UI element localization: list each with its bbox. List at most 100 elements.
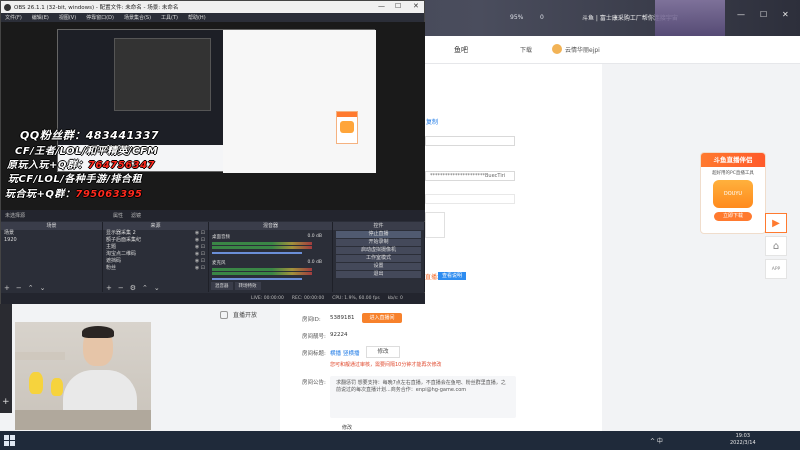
mode-link-landscape[interactable]: 横播 bbox=[330, 349, 341, 357]
visibility-icon: ◉ ⊡ bbox=[194, 244, 205, 250]
menu-docks[interactable]: 停靠窗口(D) bbox=[86, 14, 114, 21]
menu-help[interactable]: 帮助(H) bbox=[188, 14, 206, 21]
close-icon[interactable]: ✕ bbox=[782, 10, 789, 19]
sources-header: 来源 bbox=[103, 222, 208, 230]
sidebar-item-live-open[interactable]: 直播开放 bbox=[214, 307, 276, 322]
live-icon bbox=[220, 310, 228, 319]
properties-button[interactable]: 属性 bbox=[113, 212, 123, 219]
tray-icons[interactable]: ^ 中 bbox=[650, 436, 663, 445]
visibility-icon: ◉ ⊡ bbox=[194, 265, 205, 271]
obs-window: OBS 26.1.1 (32-bit, windows) - 配置文件: 未命名… bbox=[0, 0, 425, 304]
username[interactable]: 云情华丽ejpi bbox=[565, 45, 600, 54]
menu-scene-collection[interactable]: 场景集合(S) bbox=[124, 14, 151, 21]
app-icon[interactable]: APP bbox=[765, 259, 787, 279]
move-down-icon[interactable]: ⌄ bbox=[40, 284, 46, 292]
add-source-icon[interactable]: + bbox=[106, 284, 112, 292]
scene-item[interactable]: 1920 bbox=[1, 237, 102, 244]
enter-room-button[interactable]: 进入直播间 bbox=[362, 313, 402, 323]
source-item[interactable]: 粉丝 ◉ ⊡ bbox=[103, 265, 208, 272]
stream-key-row bbox=[425, 194, 515, 204]
start-recording-button[interactable]: 开始录制 bbox=[336, 239, 421, 246]
source-item[interactable]: 遮挡码 ◉ ⊡ bbox=[103, 258, 208, 265]
source-item[interactable]: 显示器采集 2 ◉ ⊡ bbox=[103, 230, 208, 237]
maximize-icon[interactable]: ☐ bbox=[760, 10, 767, 19]
obs-preview[interactable]: QQ粉丝群：483441337 CF/王者/LOL/和平精英/CFM 原玩入玩+… bbox=[1, 22, 425, 210]
room-id-label: 房间ID: bbox=[302, 317, 321, 323]
tab-mixer[interactable]: 混音器 bbox=[211, 282, 233, 290]
gear-icon[interactable]: ⚙ bbox=[130, 284, 136, 292]
obs-close-icon[interactable]: ✕ bbox=[413, 2, 419, 10]
download-link[interactable]: 下载 bbox=[520, 45, 532, 54]
home-icon[interactable]: ⌂ bbox=[765, 236, 787, 256]
mixer-channel-name: 麦克风 bbox=[212, 261, 226, 266]
nested-browser bbox=[223, 30, 376, 173]
move-up-icon[interactable]: ⌃ bbox=[28, 284, 34, 292]
scenes-header: 场景 bbox=[1, 222, 102, 230]
source-item[interactable]: 额子后面采集纪 ◉ ⊡ bbox=[103, 237, 208, 244]
settings-panel bbox=[425, 64, 602, 304]
virtual-camera-button[interactable]: 启动虚拟摄像机 bbox=[336, 247, 421, 254]
menu-view[interactable]: 视图(V) bbox=[59, 14, 76, 21]
source-item[interactable]: 淘宝点二维码 ◉ ⊡ bbox=[103, 251, 208, 258]
controls-dock: 控件 停止直播 开始录制 启动虚拟摄像机 工作室模式 设置 退出 bbox=[333, 222, 425, 292]
room-number-label: 房间靓号: bbox=[302, 334, 326, 340]
fishbar-link[interactable]: 鱼吧 bbox=[454, 45, 468, 55]
mixer-header: 混音器 bbox=[209, 222, 332, 230]
notice-box[interactable]: 求翻惩罚 想要支持：每晚7点左右直播，不直播会在鱼吧、粉丝群里直播，之前说过的每… bbox=[330, 376, 516, 418]
room-number-value: 92224 bbox=[330, 332, 348, 338]
obs-titlebar[interactable]: OBS 26.1.1 (32-bit, windows) - 配置文件: 未命名… bbox=[1, 1, 424, 13]
menu-edit[interactable]: 编辑(E) bbox=[32, 14, 49, 21]
douyu-header: 鱼吧 下载 云情华丽ejpi bbox=[425, 36, 800, 64]
move-down-icon[interactable]: ⌄ bbox=[154, 284, 160, 292]
move-up-icon[interactable]: ⌃ bbox=[142, 284, 148, 292]
remove-source-icon[interactable]: − bbox=[118, 284, 124, 292]
obs-maximize-icon[interactable]: ☐ bbox=[395, 2, 401, 10]
rtmp-url-field[interactable] bbox=[425, 136, 515, 146]
modify-title-button[interactable]: 修改 bbox=[366, 346, 400, 358]
taskbar-clock[interactable]: 19:03 2022/3/14 bbox=[730, 433, 756, 447]
source-item[interactable]: 主题 ◉ ⊡ bbox=[103, 244, 208, 251]
overlay-line4: 玩CF/LOL/各种手游/排合租 bbox=[8, 174, 143, 185]
menu-file[interactable]: 文件(F) bbox=[5, 14, 22, 21]
live-timer: LIVE: 00:00:00 bbox=[251, 296, 284, 301]
tab-transitions[interactable]: 转场特效 bbox=[234, 282, 261, 290]
copy-link[interactable]: 复制 bbox=[426, 117, 438, 126]
obs-minimize-icon[interactable]: — bbox=[378, 2, 385, 10]
overlay-line3: 原玩入玩+Q群：764756347 bbox=[7, 160, 156, 171]
avatar[interactable] bbox=[552, 44, 562, 54]
remove-scene-icon[interactable]: − bbox=[16, 284, 22, 292]
view-help-button[interactable]: 查看说明 bbox=[438, 272, 466, 280]
exit-button[interactable]: 退出 bbox=[336, 271, 421, 278]
bitrate: kb/s: 0 bbox=[387, 296, 403, 301]
no-source-text: 未选择源 bbox=[5, 213, 26, 219]
mixer-channel-db: 0.0 dB bbox=[307, 234, 322, 239]
volume-slider[interactable] bbox=[212, 278, 302, 280]
settings-button[interactable]: 设置 bbox=[336, 263, 421, 270]
filters-button[interactable]: 滤镜 bbox=[131, 212, 141, 219]
mixer-channel-name: 桌面音频 bbox=[212, 235, 230, 240]
streamer-hair bbox=[82, 326, 114, 338]
plus-icon[interactable]: + bbox=[2, 397, 10, 407]
ad-download-button[interactable]: 立即下载 bbox=[714, 212, 752, 221]
stream-key-field[interactable]: **********************BuecTiri bbox=[425, 171, 515, 181]
minimize-icon[interactable]: — bbox=[737, 10, 745, 19]
windows-start-icon[interactable] bbox=[4, 435, 15, 446]
menu-tools[interactable]: 工具(T) bbox=[161, 14, 178, 21]
visibility-icon: ◉ ⊡ bbox=[194, 251, 205, 257]
obs-dock-tabs: 混音器 转场特效 bbox=[211, 282, 263, 290]
stop-streaming-button[interactable]: 停止直播 bbox=[336, 231, 421, 238]
studio-mode-button[interactable]: 工作室模式 bbox=[336, 255, 421, 262]
ad-card[interactable]: 斗鱼直播伴侣 超好用的PC直播工具 DOUYU 立即下载 bbox=[700, 152, 766, 234]
overlay-line5: 玩合玩+Q群：795063395 bbox=[5, 189, 143, 200]
play-icon[interactable]: ▶ bbox=[765, 213, 787, 233]
zoom-level[interactable]: 95% bbox=[510, 14, 523, 21]
volume-slider[interactable] bbox=[212, 252, 302, 254]
add-scene-icon[interactable]: + bbox=[4, 284, 10, 292]
clock-date: 2022/3/14 bbox=[730, 440, 756, 446]
volume-meter bbox=[212, 268, 312, 271]
mode-link-portrait[interactable]: 竖横播 bbox=[343, 349, 360, 357]
clock-time: 19:03 bbox=[735, 433, 751, 439]
obs-menubar: 文件(F) 编辑(E) 视图(V) 停靠窗口(D) 场景集合(S) 工具(T) … bbox=[1, 13, 424, 22]
pikachu-plush bbox=[29, 372, 43, 394]
scene-item[interactable]: 场景 bbox=[1, 230, 102, 237]
